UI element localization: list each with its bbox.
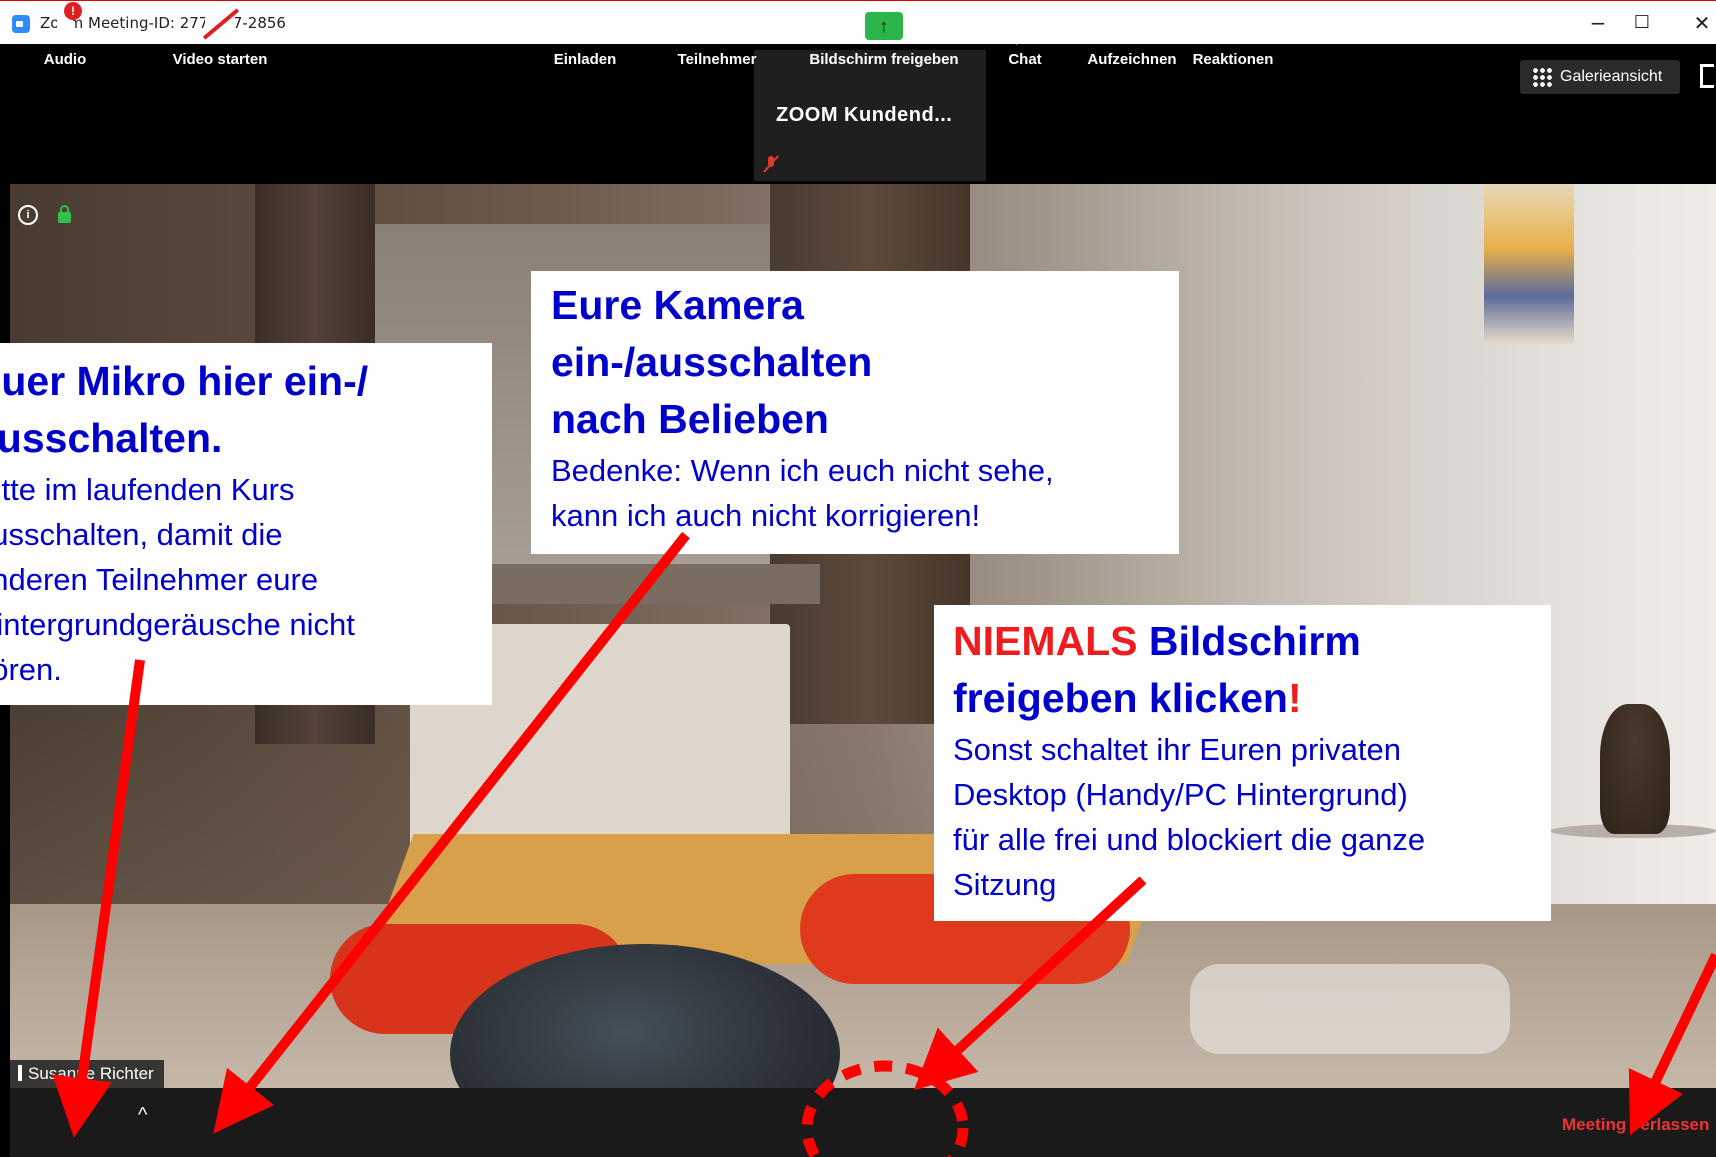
callout-share-heading-1: NIEMALS Bildschirm — [953, 613, 1425, 670]
audio-label: Audio — [43, 51, 87, 68]
info-icon[interactable]: i — [18, 205, 38, 225]
callout-mic-body-1: Bitte im laufenden Kurs — [0, 472, 295, 507]
close-button[interactable]: ✕ — [1680, 9, 1716, 37]
callout-camera-body-1: Bedenke: Wenn ich euch nicht sehe, — [551, 453, 1054, 488]
chat-icon — [1010, 14, 1040, 45]
video-painting — [1484, 184, 1574, 344]
callout-share-body-4: Sitzung — [953, 867, 1057, 902]
callout-camera-heading-1: Eure Kamera — [551, 282, 804, 328]
callout-mic-body-4: Hintergrundgeräusche nicht — [0, 607, 355, 642]
video-cloth — [1190, 964, 1510, 1054]
callout-share-heading-blue: Bildschirm — [1137, 618, 1361, 664]
start-video-button[interactable]: Video starten — [160, 0, 280, 69]
gallery-view-button[interactable]: Galerieansicht — [1520, 60, 1680, 94]
leave-meeting-button[interactable]: Meeting verlassen — [1562, 1115, 1709, 1135]
callout-mic-body-5: hören. — [0, 652, 62, 687]
signal-bars-icon — [18, 1065, 22, 1081]
invite-plus-icon: + — [593, 14, 602, 30]
callout-camera-body-2: kann ich auch nicht korrigieren! — [551, 498, 981, 533]
participants-icon: 2 — [698, 10, 752, 39]
callout-mic-body-2: ausschalten, damit die — [0, 517, 283, 552]
share-screen-button[interactable]: ↑ Bildschirm freigeben — [804, 0, 964, 69]
video-off-icon — [205, 14, 235, 34]
participant-name: Susanne Richter — [28, 1064, 154, 1083]
callout-share-heading-2: freigeben klicken! — [953, 670, 1425, 727]
reactions-button[interactable]: Reaktionen — [1188, 0, 1278, 69]
invite-icon: + — [571, 12, 602, 36]
thumbnail-name: ZOOM Kundend... — [776, 104, 953, 126]
invite-label: Einladen — [553, 51, 617, 68]
callout-mic-heading-2: ausschalten. — [0, 415, 223, 461]
callout-share-body-2: Desktop (Handy/PC Hintergrund) — [953, 777, 1408, 812]
participants-label: Teilnehmer — [677, 51, 757, 68]
callout-mic-heading-1: Euer Mikro hier ein-/ — [0, 358, 369, 404]
callout-share-heading-line2: freigeben klicken — [953, 675, 1288, 721]
invite-button[interactable]: + Einladen — [550, 0, 620, 69]
fullscreen-icon[interactable] — [1700, 64, 1714, 88]
callout-camera-heading-3: nach Belieben — [551, 396, 829, 442]
callout-camera: Eure Kamera ein-/ausschalten nach Belieb… — [531, 271, 1179, 554]
callout-share: NIEMALS Bildschirm freigeben klicken! So… — [934, 605, 1551, 921]
callout-share-body-3: für alle frei und blockiert die ganze — [953, 822, 1426, 857]
audio-options-chevron-icon[interactable]: ^ — [138, 1104, 147, 1127]
record-label: Aufzeichnen — [1087, 51, 1177, 68]
record-icon — [1117, 10, 1147, 40]
gallery-view-label: Galerieansicht — [1560, 68, 1663, 85]
meeting-toolbar — [10, 1088, 1716, 1157]
minimize-button[interactable]: − — [1576, 9, 1620, 37]
gallery-grid-icon — [1532, 67, 1552, 87]
participants-button[interactable]: 2 Teilnehmer — [670, 0, 764, 69]
share-screen-icon: ↑ — [865, 12, 903, 40]
share-screen-label: Bildschirm freigeben — [809, 51, 959, 68]
reactions-label: Reaktionen — [1192, 51, 1274, 68]
muted-mic-icon — [763, 155, 779, 173]
participant-name-tag: Susanne Richter — [10, 1060, 164, 1088]
callout-camera-heading-2: ein-/ausschalten — [551, 339, 873, 385]
lock-icon[interactable] — [58, 205, 71, 223]
record-button[interactable]: Aufzeichnen — [1082, 0, 1182, 69]
video-buddha-statue — [1600, 704, 1670, 834]
participants-count: 2 — [744, 10, 753, 27]
callout-mic: Euer Mikro hier ein-/ ausschalten. Bitte… — [0, 343, 492, 705]
start-video-label: Video starten — [172, 51, 268, 68]
audio-warning-badge: ! — [64, 2, 82, 20]
chat-label: Chat — [1008, 51, 1042, 68]
participant-thumbnail[interactable]: ZOOM Kundend... — [754, 50, 986, 181]
callout-share-body-1: Sonst schaltet ihr Euren privaten — [953, 732, 1402, 767]
chat-button[interactable]: Chat — [1000, 0, 1050, 69]
callout-share-exclamation: ! — [1287, 675, 1302, 721]
callout-share-warning: NIEMALS — [953, 618, 1138, 664]
reactions-icon — [1220, 3, 1255, 38]
callout-mic-body-3: anderen Teilnehmer eure — [0, 562, 319, 597]
maximize-button[interactable]: ☐ — [1620, 9, 1664, 37]
zoom-app-icon — [12, 15, 30, 33]
